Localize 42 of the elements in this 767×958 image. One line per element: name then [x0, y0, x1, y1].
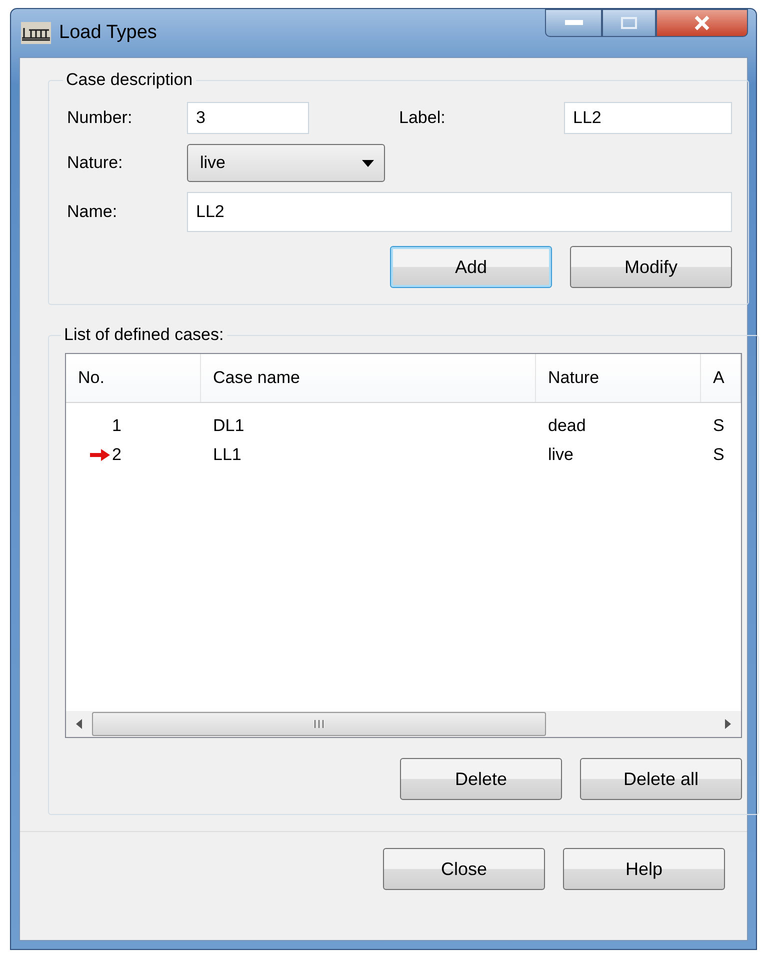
field-label: Label:	[398, 108, 446, 128]
table-cell: dead	[548, 416, 586, 434]
horizontal-scrollbar[interactable]	[66, 711, 741, 737]
app-icon	[21, 22, 51, 44]
column-header[interactable]: No.	[66, 354, 201, 402]
window-title: Load Types	[59, 22, 157, 44]
scroll-right-icon[interactable]	[725, 719, 731, 729]
table-cell: LL1	[213, 444, 242, 464]
name-field[interactable]: LL2	[187, 192, 732, 232]
cases-list[interactable]: No. Case name Nature A 1 DL1 dead S 2 LL1 live S	[65, 353, 742, 738]
dialog-button[interactable]: Help	[563, 848, 725, 890]
table-cell: S	[713, 416, 724, 434]
action-button[interactable]: Add	[390, 246, 552, 288]
label-field[interactable]: LL2	[564, 102, 732, 134]
scroll-left-icon[interactable]	[76, 719, 82, 729]
table-cell: 1	[112, 416, 122, 436]
column-header[interactable]: Nature	[536, 354, 701, 402]
table-cell: DL1	[213, 416, 244, 434]
dialog-button[interactable]: Close	[383, 848, 545, 890]
field-label: Number:	[67, 108, 134, 128]
action-button[interactable]: Delete all	[580, 758, 742, 800]
field-label: Nature:	[67, 153, 124, 173]
column-header[interactable]: Case name	[201, 354, 536, 402]
caret-icon	[362, 160, 374, 166]
field-label: Name:	[67, 202, 118, 222]
close-icon	[694, 15, 710, 31]
table-cell: S	[713, 444, 724, 464]
group-title: List of defined cases:	[63, 325, 225, 345]
minimize-icon	[564, 20, 582, 26]
number-field[interactable]: 3	[187, 102, 309, 134]
nature-dropdown[interactable]: live	[187, 144, 385, 182]
minimize-button[interactable]	[545, 9, 602, 37]
table-cell: live	[548, 444, 574, 464]
column-header[interactable]: A	[701, 354, 741, 402]
maximize-button[interactable]	[602, 9, 656, 37]
table-cell: 2	[112, 444, 122, 464]
maximize-icon	[621, 17, 637, 29]
group-title: Case description	[65, 70, 194, 90]
action-button[interactable]: Modify	[570, 246, 732, 288]
close-button[interactable]	[656, 9, 748, 37]
action-button[interactable]: Delete	[400, 758, 562, 800]
grip-icon	[314, 720, 324, 728]
